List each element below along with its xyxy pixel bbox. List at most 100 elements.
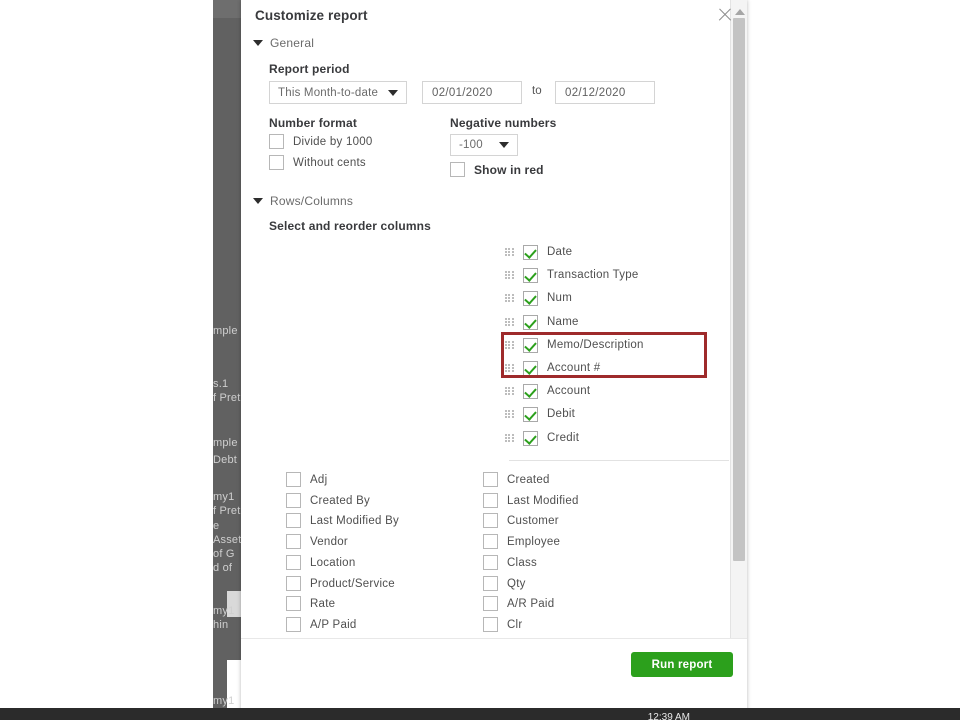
column-checkbox[interactable] [523,407,538,422]
optional-column-checkbox[interactable] [483,472,498,487]
optional-column-row[interactable]: Product/Service [286,576,395,591]
optional-column-checkbox[interactable] [286,596,301,611]
background-text-fragment: s.1 [213,378,243,390]
optional-column-label: Qty [507,578,526,590]
optional-column-row[interactable]: Vendor [286,534,348,549]
optional-column-row[interactable]: Created By [286,493,370,508]
optional-column-label: Employee [507,536,560,548]
column-checkbox[interactable] [523,431,538,446]
drag-handle-icon[interactable] [505,318,514,327]
column-checkbox[interactable] [523,315,538,330]
checkbox-row-without-cents[interactable]: Without cents [269,155,366,170]
optional-column-checkbox[interactable] [286,493,301,508]
section-header-rows-columns[interactable]: Rows/Columns [253,194,353,208]
optional-column-checkbox[interactable] [286,555,301,570]
run-report-button[interactable]: Run report [631,652,733,677]
optional-column-row[interactable]: Rate [286,596,335,611]
optional-column-row[interactable]: Adj [286,472,327,487]
background-text-fragment: Asset [213,534,243,546]
column-label: Date [547,246,572,258]
optional-column-checkbox[interactable] [286,534,301,549]
drag-handle-icon[interactable] [505,364,514,373]
background-text-fragment: my1 [213,491,243,503]
section-header-general[interactable]: General [253,36,314,50]
chevron-down-icon [388,90,398,96]
drag-handle-icon[interactable] [505,410,514,419]
report-period-select[interactable]: This Month-to-date [269,81,407,104]
column-label: Account # [547,362,600,374]
background-text-fragment: Debt [213,454,243,466]
dialog-scrollbar-thumb[interactable] [733,18,745,561]
show-in-red-checkbox[interactable] [450,162,465,177]
reorder-column-row[interactable]: Credit [505,427,579,449]
section-general-label: General [270,36,314,50]
background-text-fragment: mple [213,437,243,449]
drag-handle-icon[interactable] [505,341,514,350]
checkbox-row-show-in-red[interactable]: Show in red [450,162,544,177]
checkbox-row-divide-by-1000[interactable]: Divide by 1000 [269,134,373,149]
reorder-column-row[interactable]: Name [505,311,579,333]
chevron-down-icon [499,142,509,148]
optional-column-row[interactable]: Last Modified [483,493,579,508]
divide-by-1000-label: Divide by 1000 [293,136,373,148]
scroll-up-arrow-icon[interactable] [735,9,745,15]
divide-by-1000-checkbox[interactable] [269,134,284,149]
date-to-input[interactable] [555,81,655,104]
optional-column-row[interactable]: Class [483,555,537,570]
optional-column-row[interactable]: Last Modified By [286,513,399,528]
optional-column-row[interactable]: Created [483,472,550,487]
without-cents-checkbox[interactable] [269,155,284,170]
optional-column-checkbox[interactable] [483,493,498,508]
drag-handle-icon[interactable] [505,387,514,396]
background-text-fragment: f Pret [213,392,243,404]
optional-column-label: Created [507,474,550,486]
optional-column-row[interactable]: Qty [483,576,526,591]
without-cents-label: Without cents [293,157,366,169]
drag-handle-icon[interactable] [505,271,514,280]
optional-column-checkbox[interactable] [286,472,301,487]
optional-column-label: Created By [310,495,370,507]
optional-column-row[interactable]: A/P Paid [286,617,357,632]
optional-column-checkbox[interactable] [286,576,301,591]
column-label: Credit [547,432,579,444]
optional-column-checkbox[interactable] [286,513,301,528]
reorder-column-row[interactable]: Transaction Type [505,264,639,286]
optional-column-row[interactable]: Employee [483,534,560,549]
reorder-column-row[interactable]: Memo/Description [505,334,644,356]
background-text-fragment: e [213,520,243,532]
column-checkbox[interactable] [523,338,538,353]
column-checkbox[interactable] [523,291,538,306]
optional-column-checkbox[interactable] [483,513,498,528]
column-checkbox[interactable] [523,268,538,283]
column-label: Memo/Description [547,339,644,351]
optional-column-checkbox[interactable] [483,596,498,611]
chevron-down-icon [253,40,263,46]
reorder-column-row[interactable]: Debit [505,403,575,425]
optional-column-checkbox[interactable] [483,555,498,570]
optional-column-row[interactable]: Clr [483,617,522,632]
optional-column-checkbox[interactable] [483,534,498,549]
negative-numbers-select[interactable]: -100 [450,134,518,156]
optional-column-checkbox[interactable] [483,576,498,591]
date-from-input[interactable] [422,81,522,104]
close-icon[interactable] [716,6,734,24]
column-checkbox[interactable] [523,384,538,399]
reorder-column-row[interactable]: Account [505,380,590,402]
optional-column-row[interactable]: Location [286,555,355,570]
column-checkbox[interactable] [523,245,538,260]
optional-column-checkbox[interactable] [286,617,301,632]
reorder-column-row[interactable]: Account # [505,357,600,379]
reorder-column-row[interactable]: Num [505,287,572,309]
background-text-fragment: f Pret [213,505,243,517]
drag-handle-icon[interactable] [505,248,514,257]
column-checkbox[interactable] [523,361,538,376]
optional-column-row[interactable]: A/R Paid [483,596,554,611]
optional-column-checkbox[interactable] [483,617,498,632]
background-text-fragment: hin [213,619,243,631]
drag-handle-icon[interactable] [505,294,514,303]
column-label: Transaction Type [547,269,639,281]
drag-handle-icon[interactable] [505,434,514,443]
negative-numbers-select-value: -100 [459,139,483,151]
reorder-column-row[interactable]: Date [505,241,572,263]
optional-column-row[interactable]: Customer [483,513,559,528]
